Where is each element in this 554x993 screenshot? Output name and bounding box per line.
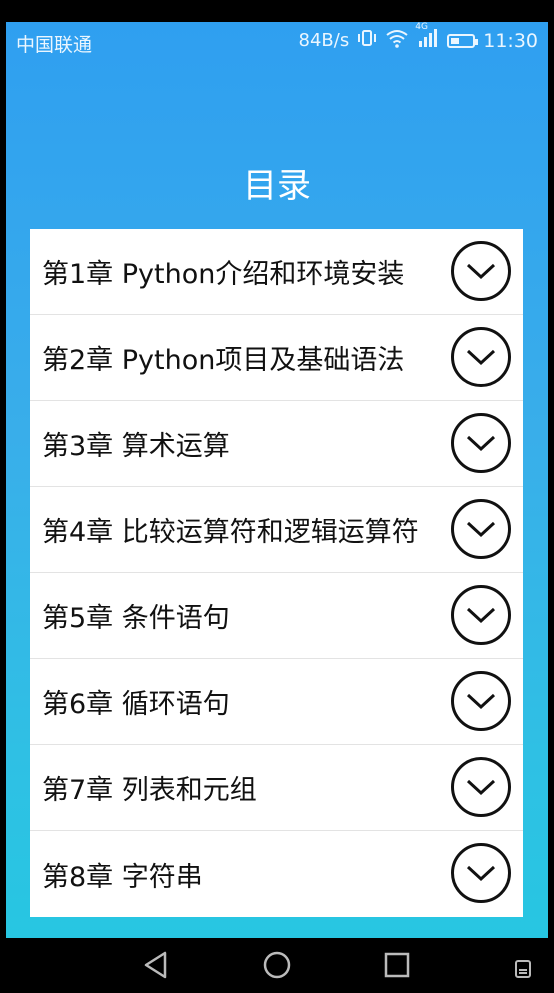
chapter-item-1[interactable]: 第1章 Python介绍和环境安装 bbox=[30, 229, 523, 315]
chevron-down-icon[interactable] bbox=[451, 757, 511, 817]
recents-icon[interactable] bbox=[382, 950, 412, 980]
navigation-bar bbox=[0, 938, 554, 993]
chevron-down-icon[interactable] bbox=[451, 585, 511, 645]
chapter-item-5[interactable]: 第5章 条件语句 bbox=[30, 573, 523, 659]
network-type: 4G bbox=[415, 22, 428, 32]
clock: 11:30 bbox=[483, 29, 538, 52]
chapter-item-7[interactable]: 第7章 列表和元组 bbox=[30, 745, 523, 831]
page-title: 目录 bbox=[243, 166, 311, 206]
carrier-name: 中国联通 bbox=[16, 34, 93, 56]
chapter-item-4[interactable]: 第4章 比较运算符和逻辑运算符 bbox=[30, 487, 523, 573]
vibrate-icon bbox=[357, 28, 377, 53]
home-icon[interactable] bbox=[262, 950, 292, 980]
status-bar: 中国联通 84B/s 4G 11:30 bbox=[6, 22, 548, 62]
back-icon[interactable] bbox=[141, 950, 171, 980]
chapter-label: 第2章 Python项目及基础语法 bbox=[42, 345, 405, 376]
chapter-item-3[interactable]: 第3章 算术运算 bbox=[30, 401, 523, 487]
chapter-label: 第1章 Python介绍和环境安装 bbox=[42, 259, 405, 290]
chevron-down-icon[interactable] bbox=[451, 413, 511, 473]
notification-icon[interactable] bbox=[512, 958, 534, 980]
status-icons: 84B/s 4G 11:30 bbox=[298, 22, 538, 53]
wifi-icon bbox=[385, 28, 409, 53]
chapter-list: 第1章 Python介绍和环境安装 第2章 Python项目及基础语法 第3章 … bbox=[30, 229, 523, 917]
chapter-item-6[interactable]: 第6章 循环语句 bbox=[30, 659, 523, 745]
chevron-down-icon[interactable] bbox=[451, 499, 511, 559]
chevron-down-icon[interactable] bbox=[451, 671, 511, 731]
chapter-label: 第5章 条件语句 bbox=[42, 603, 230, 634]
phone-screen: 中国联通 84B/s 4G 11:30 目录 第1章 Python介绍和环境安装… bbox=[0, 0, 554, 993]
chapter-label: 第6章 循环语句 bbox=[42, 689, 230, 720]
chevron-down-icon[interactable] bbox=[451, 843, 511, 903]
chapter-label: 第7章 列表和元组 bbox=[42, 775, 257, 806]
chapter-item-2[interactable]: 第2章 Python项目及基础语法 bbox=[30, 315, 523, 401]
signal-icon: 4G bbox=[415, 22, 439, 53]
chapter-label: 第4章 比较运算符和逻辑运算符 bbox=[42, 517, 419, 548]
chevron-down-icon[interactable] bbox=[451, 327, 511, 387]
chapter-label: 第3章 算术运算 bbox=[42, 431, 230, 462]
network-speed: 84B/s bbox=[298, 30, 350, 51]
battery-icon bbox=[447, 33, 479, 48]
chevron-down-icon[interactable] bbox=[451, 241, 511, 301]
chapter-item-8[interactable]: 第8章 字符串 bbox=[30, 831, 523, 917]
chapter-label: 第8章 字符串 bbox=[42, 861, 203, 893]
